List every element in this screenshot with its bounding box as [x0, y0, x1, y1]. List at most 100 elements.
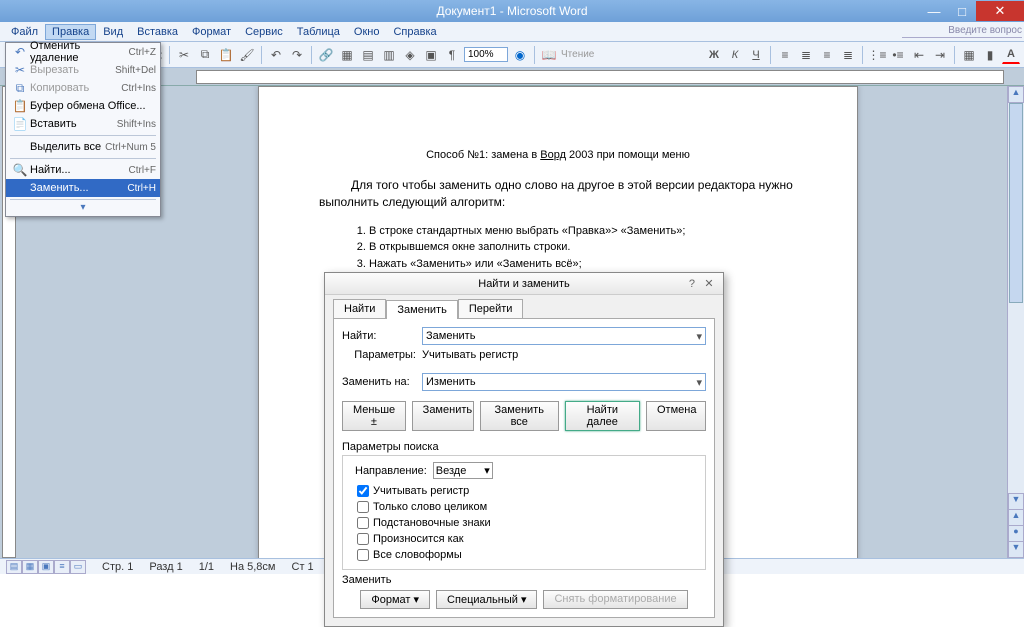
outdent-icon[interactable]: ⇤	[910, 46, 928, 64]
show-para-icon[interactable]: ¶	[443, 46, 461, 64]
format-button[interactable]: Формат ▾	[360, 590, 430, 609]
menu-expand-icon[interactable]: ▾	[6, 202, 160, 216]
find-input[interactable]: Заменить	[422, 327, 706, 345]
menu-cut[interactable]: ✂ВырезатьShift+Del	[6, 61, 160, 79]
close-button[interactable]: ✕	[976, 1, 1024, 21]
replace-input[interactable]: Изменить	[422, 373, 706, 391]
highlight-icon[interactable]: ▮	[981, 46, 999, 64]
menu-select-all[interactable]: Выделить всеCtrl+Num 5	[6, 138, 160, 156]
direction-combo[interactable]: Везде	[433, 462, 493, 479]
direction-label: Направление:	[355, 465, 427, 477]
special-button[interactable]: Специальный ▾	[436, 590, 537, 609]
dialog-title-bar[interactable]: Найти и заменить ? ✕	[325, 273, 723, 295]
format-painter-icon[interactable]: 🖌	[238, 46, 256, 64]
menu-replace[interactable]: Заменить...Ctrl+H	[6, 179, 160, 197]
match-case-checkbox[interactable]: Учитывать регистр	[357, 483, 699, 499]
align-left-icon[interactable]: ≡	[776, 46, 794, 64]
menu-insert[interactable]: Вставка	[130, 24, 185, 40]
replace-all-button[interactable]: Заменить все	[480, 401, 559, 431]
replace-label: Заменить на:	[342, 376, 416, 388]
replace-button[interactable]: Заменить	[412, 401, 474, 431]
cancel-button[interactable]: Отмена	[646, 401, 706, 431]
next-page-icon[interactable]: ▼	[1008, 541, 1024, 558]
menu-help[interactable]: Справка	[386, 24, 443, 40]
menu-edit[interactable]: Правка	[45, 24, 96, 40]
scroll-up-icon[interactable]: ▲	[1008, 86, 1024, 103]
outline-view-icon[interactable]: ≡	[54, 560, 70, 574]
reading-icon[interactable]: 📖	[540, 46, 558, 64]
ask-question-box[interactable]: Введите вопрос	[902, 25, 1022, 38]
whole-word-checkbox[interactable]: Только слово целиком	[357, 499, 699, 515]
list-item: В открывшемся окне заполнить строки.	[369, 239, 797, 256]
menu-file[interactable]: Файл	[4, 24, 45, 40]
web-view-icon[interactable]: ▦	[22, 560, 38, 574]
columns-icon[interactable]: ▥	[380, 46, 398, 64]
table-icon[interactable]: ▦	[338, 46, 356, 64]
vertical-scrollbar[interactable]: ▲ ▼ ▲ ● ▼	[1007, 86, 1024, 558]
menu-find[interactable]: 🔍Найти...Ctrl+F	[6, 161, 160, 179]
params-label: Параметры:	[342, 349, 416, 361]
undo-icon[interactable]: ↶	[267, 46, 285, 64]
tab-goto[interactable]: Перейти	[458, 299, 524, 318]
bold-icon[interactable]: Ж	[705, 46, 723, 64]
menu-table[interactable]: Таблица	[290, 24, 347, 40]
sounds-like-checkbox[interactable]: Произносится как	[357, 531, 699, 547]
menu-view[interactable]: Вид	[96, 24, 130, 40]
scroll-thumb[interactable]	[1009, 103, 1023, 303]
find-label: Найти:	[342, 330, 416, 342]
prev-page-icon[interactable]: ▲	[1008, 509, 1024, 526]
print-view-icon[interactable]: ▣	[38, 560, 54, 574]
status-page: Стр. 1	[102, 561, 133, 573]
params-value: Учитывать регистр	[422, 349, 518, 361]
copy-icon[interactable]: ⧉	[196, 46, 214, 64]
numbering-icon[interactable]: ⋮≡	[868, 46, 886, 64]
dialog-close-icon[interactable]: ✕	[699, 277, 719, 290]
wildcards-checkbox[interactable]: Подстановочные знаки	[357, 515, 699, 531]
redo-icon[interactable]: ↷	[288, 46, 306, 64]
font-color-icon[interactable]: A	[1002, 46, 1020, 64]
borders-icon[interactable]: ▦	[960, 46, 978, 64]
tab-find[interactable]: Найти	[333, 299, 386, 318]
justify-icon[interactable]: ≣	[839, 46, 857, 64]
reading-view-icon[interactable]: ▭	[70, 560, 86, 574]
clear-formatting-button[interactable]: Снять форматирование	[543, 590, 687, 609]
scroll-down-icon[interactable]: ▼	[1008, 493, 1024, 510]
cut-icon[interactable]: ✂	[175, 46, 193, 64]
menu-format[interactable]: Формат	[185, 24, 238, 40]
tab-replace[interactable]: Заменить	[386, 300, 457, 319]
align-right-icon[interactable]: ≡	[818, 46, 836, 64]
excel-icon[interactable]: ▤	[359, 46, 377, 64]
dialog-help-icon[interactable]: ?	[689, 278, 695, 290]
indent-icon[interactable]: ⇥	[931, 46, 949, 64]
toolbar-sep	[862, 46, 863, 64]
horizontal-ruler[interactable]	[196, 70, 1004, 84]
maximize-button[interactable]: □	[948, 1, 976, 21]
zoom-combo[interactable]: 100%	[464, 47, 508, 62]
menu-paste[interactable]: 📄ВставитьShift+Ins	[6, 115, 160, 133]
menu-undo[interactable]: ↶Отменить удалениеCtrl+Z	[6, 43, 160, 61]
paste-icon[interactable]: 📋	[217, 46, 235, 64]
link-icon[interactable]: 🔗	[317, 46, 335, 64]
less-button[interactable]: Меньше ±	[342, 401, 406, 431]
menu-copy[interactable]: ⧉КопироватьCtrl+Ins	[6, 79, 160, 97]
reading-label[interactable]: Чтение	[561, 49, 594, 60]
dialog-title: Найти и заменить	[478, 278, 569, 290]
menu-tools[interactable]: Сервис	[238, 24, 290, 40]
menu-clipboard[interactable]: 📋Буфер обмена Office...	[6, 97, 160, 115]
normal-view-icon[interactable]: ▤	[6, 560, 22, 574]
map-icon[interactable]: ▣	[422, 46, 440, 64]
italic-icon[interactable]: К	[726, 46, 744, 64]
help-icon[interactable]: ◉	[511, 46, 529, 64]
browse-object-icon[interactable]: ●	[1008, 525, 1024, 542]
underline-icon[interactable]: Ч	[747, 46, 765, 64]
drawing-icon[interactable]: ◈	[401, 46, 419, 64]
align-center-icon[interactable]: ≣	[797, 46, 815, 64]
menu-separator	[10, 158, 156, 159]
list-item: В строке стандартных меню выбрать «Правк…	[369, 223, 797, 240]
bullets-icon[interactable]: •≡	[889, 46, 907, 64]
find-next-button[interactable]: Найти далее	[565, 401, 640, 431]
minimize-button[interactable]: —	[920, 1, 948, 21]
toolbar-sep	[770, 46, 771, 64]
menu-window[interactable]: Окно	[347, 24, 387, 40]
word-forms-checkbox[interactable]: Все словоформы	[357, 547, 699, 563]
